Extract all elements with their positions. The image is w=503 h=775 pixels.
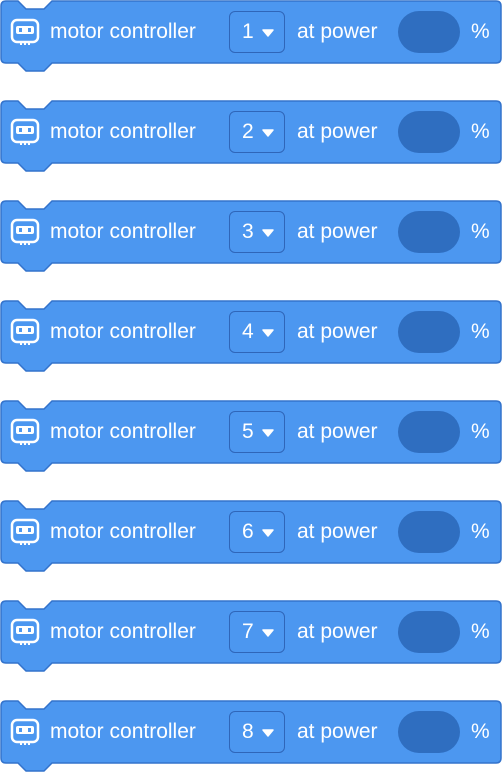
block-label: motor controller [50, 320, 196, 343]
port-dropdown[interactable]: 6 [229, 511, 285, 553]
motor-controller-block[interactable]: motor controller 1 at power % [0, 0, 503, 75]
percent-unit: % [471, 420, 490, 443]
percent-unit: % [471, 720, 490, 743]
port-dropdown[interactable]: 4 [229, 311, 285, 353]
block-label: motor controller [50, 220, 196, 243]
motor-controller-block[interactable]: motor controller 3 at power % [0, 200, 503, 275]
power-label: at power [297, 520, 378, 543]
port-dropdown[interactable]: 5 [229, 411, 285, 453]
port-dropdown[interactable]: 1 [229, 11, 285, 53]
power-input[interactable] [398, 411, 460, 453]
percent-unit: % [471, 120, 490, 143]
power-input[interactable] [398, 311, 460, 353]
robot-face-icon [10, 718, 40, 745]
percent-unit: % [471, 20, 490, 43]
power-label: at power [297, 620, 378, 643]
power-label: at power [297, 720, 378, 743]
caret-down-icon [262, 429, 274, 437]
port-dropdown[interactable]: 3 [229, 211, 285, 253]
port-value: 5 [242, 420, 254, 443]
motor-controller-block[interactable]: motor controller 5 at power % [0, 400, 503, 475]
power-input[interactable] [398, 611, 460, 653]
block-label: motor controller [50, 20, 196, 43]
caret-down-icon [262, 529, 274, 537]
percent-unit: % [471, 320, 490, 343]
robot-face-icon [10, 318, 40, 345]
percent-unit: % [471, 620, 490, 643]
port-dropdown[interactable]: 7 [229, 611, 285, 653]
power-label: at power [297, 420, 378, 443]
robot-face-icon [10, 418, 40, 445]
power-label: at power [297, 320, 378, 343]
power-label: at power [297, 20, 378, 43]
block-label: motor controller [50, 420, 196, 443]
block-label: motor controller [50, 720, 196, 743]
port-value: 2 [242, 120, 254, 143]
caret-down-icon [262, 129, 274, 137]
port-value: 3 [242, 220, 254, 243]
robot-face-icon [10, 18, 40, 45]
motor-controller-block[interactable]: motor controller 7 at power % [0, 600, 503, 675]
robot-face-icon [10, 118, 40, 145]
block-label: motor controller [50, 120, 196, 143]
robot-face-icon [10, 618, 40, 645]
robot-face-icon [10, 218, 40, 245]
caret-down-icon [262, 729, 274, 737]
port-value: 4 [242, 320, 254, 343]
robot-face-icon [10, 518, 40, 545]
caret-down-icon [262, 229, 274, 237]
motor-controller-block[interactable]: motor controller 4 at power % [0, 300, 503, 375]
port-value: 1 [242, 20, 254, 43]
motor-controller-block[interactable]: motor controller 6 at power % [0, 500, 503, 575]
block-label: motor controller [50, 620, 196, 643]
port-value: 8 [242, 720, 254, 743]
block-label: motor controller [50, 520, 196, 543]
port-dropdown[interactable]: 8 [229, 711, 285, 753]
power-input[interactable] [398, 11, 460, 53]
power-input[interactable] [398, 111, 460, 153]
caret-down-icon [262, 329, 274, 337]
power-label: at power [297, 220, 378, 243]
caret-down-icon [262, 629, 274, 637]
percent-unit: % [471, 520, 490, 543]
port-value: 6 [242, 520, 254, 543]
power-input[interactable] [398, 211, 460, 253]
caret-down-icon [262, 29, 274, 37]
port-value: 7 [242, 620, 254, 643]
power-input[interactable] [398, 711, 460, 753]
port-dropdown[interactable]: 2 [229, 111, 285, 153]
percent-unit: % [471, 220, 490, 243]
motor-controller-block[interactable]: motor controller 8 at power % [0, 700, 503, 775]
power-input[interactable] [398, 511, 460, 553]
motor-controller-block[interactable]: motor controller 2 at power % [0, 100, 503, 175]
power-label: at power [297, 120, 378, 143]
